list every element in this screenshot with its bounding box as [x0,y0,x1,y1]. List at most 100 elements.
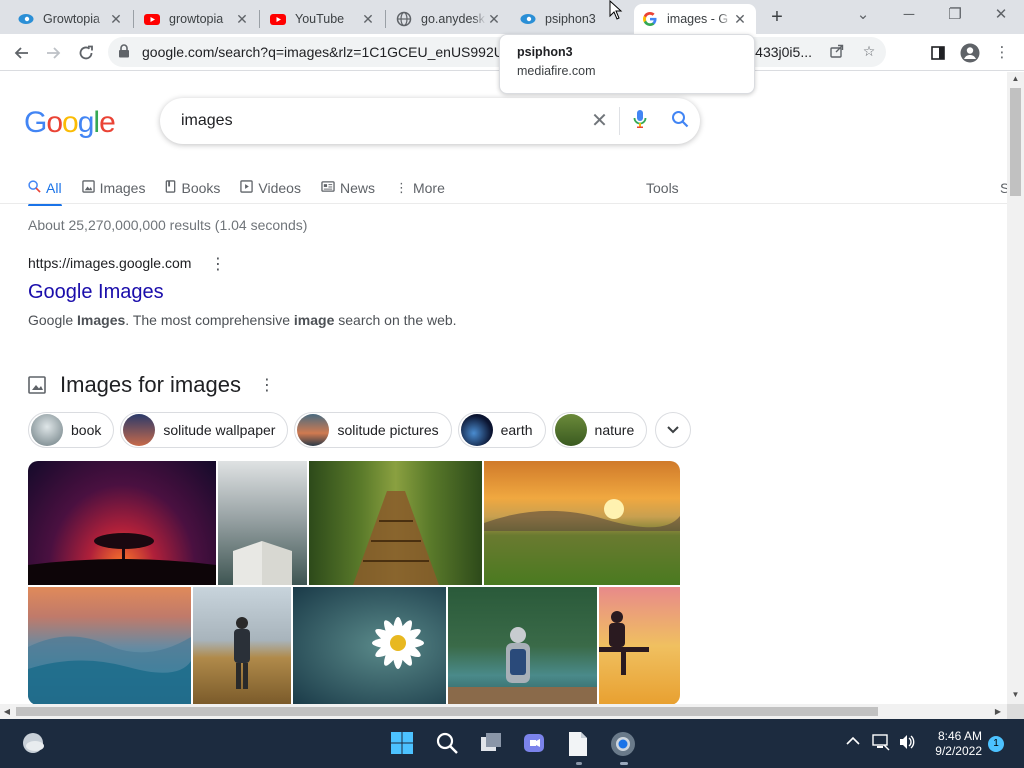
chevron-down-icon [667,426,679,434]
scroll-right-arrow-icon[interactable]: ▶ [991,704,1005,719]
close-tab-icon[interactable]: ✕ [108,11,124,27]
tab-videos[interactable]: Videos [240,172,301,204]
scroll-up-arrow-icon[interactable]: ▲ [1007,72,1024,86]
google-logo[interactable]: Google [24,106,116,140]
notepad-icon[interactable] [567,731,593,757]
restore-button[interactable]: ❐ [933,0,977,30]
tab-all[interactable]: All [28,172,62,206]
globe-icon [396,11,412,27]
forward-arrow-icon [47,47,61,59]
tab-images[interactable]: Images [81,172,146,204]
close-tab-icon[interactable]: ✕ [360,11,376,27]
volume-icon[interactable] [898,733,916,755]
chrome-taskbar-icon[interactable] [610,731,636,757]
tab-search-icon[interactable]: ⌄ [841,0,885,30]
reload-button[interactable] [72,39,100,67]
chip-label: solitude pictures [337,422,439,438]
new-tab-button[interactable]: + [766,6,788,28]
task-view-icon[interactable] [479,731,505,757]
result-stats: About 25,270,000,000 results (1.04 secon… [28,217,308,233]
address-bar[interactable]: google.com/search?q=images&rlz=1C1GCEU_e… [108,37,886,67]
scroll-left-arrow-icon[interactable]: ◀ [0,704,14,719]
taskbar-search-icon[interactable] [435,731,461,757]
close-tab-icon[interactable]: ✕ [486,11,502,27]
expand-chips-button[interactable] [655,412,692,448]
close-window-button[interactable]: ✕ [979,0,1023,30]
tab-label: All [46,180,62,196]
tools-button[interactable]: Tools [646,172,679,204]
images-options-icon[interactable]: ⋮ [259,375,275,395]
search-submit-icon[interactable] [660,110,700,133]
vertical-scrollbar[interactable]: ▲ ▼ [1007,72,1024,704]
image-result-silhouette-sunset[interactable] [599,587,680,704]
teams-chat-icon[interactable] [522,731,548,757]
result-url[interactable]: https://images.google.com [28,255,191,271]
psiphon-icon [520,11,536,27]
lock-icon[interactable] [118,43,134,61]
horizontal-scrollbar[interactable]: ◀ ▶ [0,704,1007,719]
forward-button[interactable] [40,39,68,67]
close-tab-icon[interactable]: ✕ [234,11,250,27]
snippet-part: Google [28,312,78,328]
microphone-icon[interactable] [620,109,660,134]
close-tab-icon[interactable]: ✕ [732,11,748,27]
profile-avatar-icon[interactable] [956,39,984,67]
tab-strip: Growtopia ✕ growtopia ✕ YouTube ✕ go.any… [0,0,1024,34]
result-options-icon[interactable]: ⋮ [210,254,226,274]
system-clock[interactable]: 8:46 AM 9/2/2022 [924,729,982,759]
nav-divider [0,203,1007,204]
chip-book[interactable]: book [28,412,115,448]
result-title-link[interactable]: Google Images [28,281,164,304]
notification-badge[interactable]: 1 [988,736,1004,752]
search-box[interactable]: images ✕ [160,98,700,144]
image-result-man-in-field[interactable] [193,587,291,704]
tab-title: go.anydesk [421,12,485,26]
image-result-tree-sunset[interactable] [28,461,216,585]
weather-icon[interactable] [20,730,46,756]
network-icon[interactable] [872,733,890,755]
image-result-forest-bridge[interactable] [309,461,482,585]
tab-more[interactable]: ⋮ More [395,172,445,204]
tab-anydesk[interactable]: go.anydesk ✕ [388,4,510,34]
news-icon [321,180,335,196]
image-result-misty-mountains[interactable] [28,587,191,704]
chip-earth[interactable]: earth [457,412,546,448]
search-input[interactable]: images [181,112,580,130]
image-result-meadow-sunrise[interactable] [484,461,680,585]
chip-thumbnail [31,414,63,446]
chip-solitude-pictures[interactable]: solitude pictures [294,412,452,448]
chip-nature[interactable]: nature [551,412,648,448]
image-result-daisy[interactable] [293,587,446,704]
back-button[interactable] [7,39,35,67]
show-hidden-icons-chevron-icon[interactable] [846,733,860,750]
tab-growtopia[interactable]: Growtopia ✕ [10,4,132,34]
chip-label: nature [594,422,635,438]
tab-title: YouTube [295,12,345,26]
tab-google-images[interactable]: images - G ✕ [634,4,756,34]
image-result-open-book[interactable] [218,461,307,585]
tab-growtopia-youtube[interactable]: growtopia ✕ [136,4,258,34]
start-button-icon[interactable] [390,731,416,757]
search-nav-tabs: All Images Books Videos News ⋮ More [28,172,465,206]
scrollbar-thumb[interactable] [16,707,878,716]
book-icon [165,180,176,196]
tab-hover-card: psiphon3 mediafire.com [499,34,755,94]
safesearch-link[interactable]: S [1000,172,1007,204]
browser-menu-icon[interactable]: ⋮ [988,39,1016,67]
tab-label: Images [99,180,146,196]
tab-youtube[interactable]: YouTube ✕ [262,4,384,34]
clear-search-icon[interactable]: ✕ [580,107,620,135]
bookmark-star-icon[interactable]: ☆ [858,43,880,62]
side-panel-icon[interactable] [924,39,952,67]
tab-books[interactable]: Books [165,172,220,204]
clock-date: 9/2/2022 [935,744,982,758]
chip-solitude-wallpaper[interactable]: solitude wallpaper [120,412,289,448]
scrollbar-thumb[interactable] [1010,88,1021,196]
tab-news[interactable]: News [321,172,375,204]
minimize-button[interactable]: ─ [887,0,931,30]
share-icon[interactable] [826,43,848,62]
scroll-down-arrow-icon[interactable]: ▼ [1007,688,1024,702]
mouse-cursor-icon [609,0,623,20]
image-result-backpacker-lake[interactable] [448,587,597,704]
chip-thumbnail [554,414,587,446]
